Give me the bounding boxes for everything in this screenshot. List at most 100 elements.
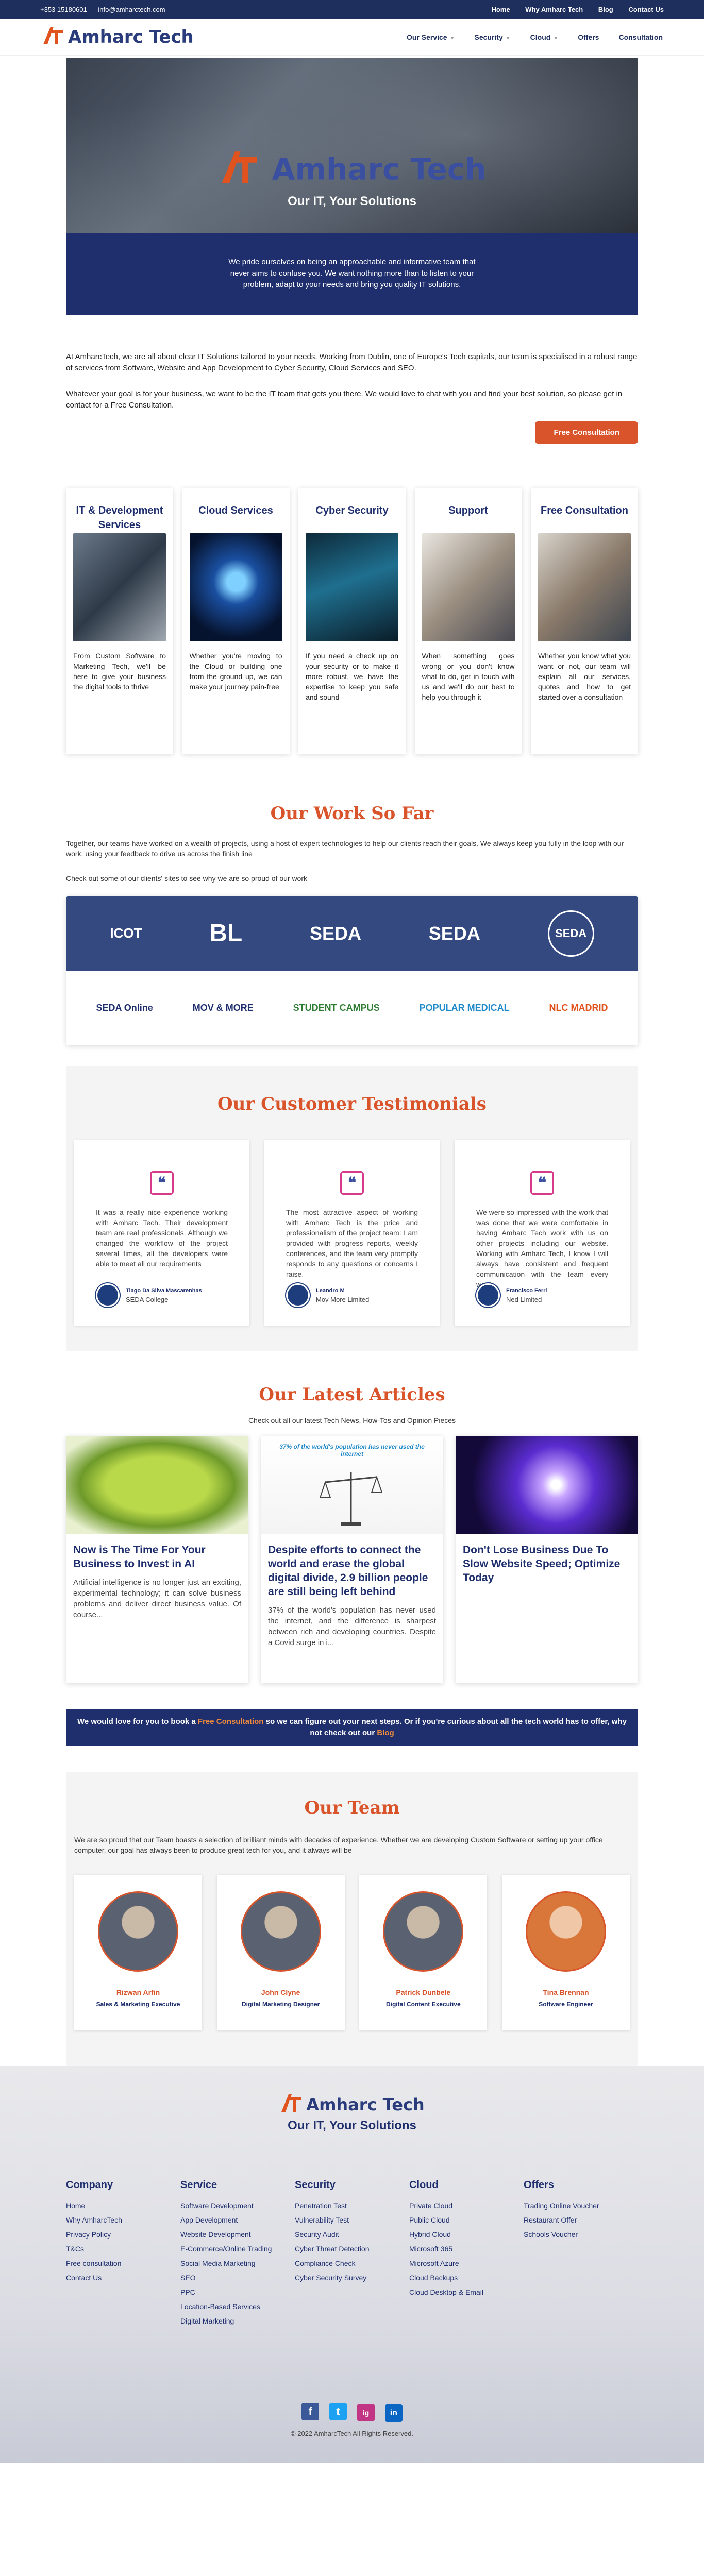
footer-link[interactable]: T&Cs (66, 2245, 180, 2253)
article-card[interactable]: 37% of the world's population has never … (261, 1436, 443, 1683)
article-card[interactable]: Don't Lose Business Due To Slow Website … (456, 1436, 638, 1683)
footer-link[interactable]: Microsoft 365 (409, 2245, 524, 2253)
nav-item-offers[interactable]: Offers (578, 33, 599, 41)
banner-consultation-link[interactable]: Free Consultation (198, 1717, 264, 1726)
footer-brand-name: Amharc Tech (306, 2094, 425, 2114)
article-title: Don't Lose Business Due To Slow Website … (463, 1544, 621, 1584)
footer-link[interactable]: Website Development (180, 2230, 295, 2239)
client-logo-seda-3[interactable]: SEDA (547, 910, 594, 957)
member-name: John Clyne (261, 1988, 300, 1996)
testimonial-text: The most attractive aspect of working wi… (286, 1208, 418, 1278)
footer-link[interactable]: SEO (180, 2274, 295, 2282)
client-logo-icot[interactable]: ICOT (110, 925, 142, 941)
testimonial-org: Mov More Limited (316, 1295, 370, 1303)
footer-link[interactable]: Location-Based Services (180, 2302, 295, 2311)
client-logo-seda-2[interactable]: SEDA (429, 923, 480, 944)
nav-item-our-service[interactable]: Our Service ▼ (407, 33, 455, 41)
logo-mark-icon (41, 25, 64, 49)
member-photo (383, 1891, 464, 1972)
services-row: IT & Development Services From Custom So… (66, 488, 638, 754)
brand-logo[interactable]: Amharc Tech (41, 25, 194, 49)
testimonials-title: Our Customer Testimonials (217, 1094, 487, 1114)
footer-link[interactable]: Software Development (180, 2201, 295, 2210)
client-logo-seda-online[interactable]: SEDA Online (96, 1003, 153, 1013)
footer-link[interactable]: Trading Online Voucher (524, 2201, 638, 2210)
client-logo-seda-1[interactable]: SEDA (310, 923, 361, 944)
member-role: Digital Content Executive (385, 2001, 461, 2008)
facebook-icon[interactable]: f (301, 2403, 320, 2420)
phone-link[interactable]: +353 15180601 (40, 6, 87, 13)
chevron-down-icon: ▼ (449, 35, 455, 41)
free-consultation-button[interactable]: Free Consultation (535, 421, 638, 444)
footer-link[interactable]: Restaurant Offer (524, 2216, 638, 2224)
client-logo-popular-medical[interactable]: POPULAR MEDICAL (420, 1003, 510, 1013)
footer-link[interactable]: Vulnerability Test (295, 2216, 409, 2224)
member-photo (525, 1891, 606, 1972)
footer-tagline: Our IT, Your Solutions (288, 2119, 416, 2132)
footer-link[interactable]: Contact Us (66, 2274, 180, 2282)
footer-link[interactable]: Social Media Marketing (180, 2259, 295, 2267)
top-link-blog[interactable]: Blog (598, 6, 613, 13)
member-name: Patrick Dunbele (396, 1988, 451, 1996)
footer-link[interactable]: Private Cloud (409, 2201, 524, 2210)
top-link-why[interactable]: Why Amharc Tech (525, 6, 583, 13)
nav-item-security[interactable]: Security ▼ (475, 33, 511, 41)
intro-section: At AmharcTech, we are all about clear IT… (66, 351, 638, 411)
service-image (189, 533, 282, 641)
service-card-it-dev[interactable]: IT & Development Services From Custom So… (66, 488, 173, 754)
service-text: Whether you're moving to the Cloud or bu… (189, 652, 282, 691)
service-card-support[interactable]: Support When something goes wrong or you… (414, 488, 522, 754)
service-card-cyber[interactable]: Cyber Security If you need a check up on… (298, 488, 406, 754)
client-logo-mov-more[interactable]: MOV & MORE (193, 1003, 254, 1013)
footer-link[interactable]: PPC (180, 2288, 295, 2296)
footer-link[interactable]: Cyber Threat Detection (295, 2245, 409, 2253)
member-photo (98, 1891, 178, 1972)
footer-col-service: Service Software Development App Develop… (180, 2179, 295, 2331)
footer-link[interactable]: Digital Marketing (180, 2317, 295, 2325)
linkedin-icon[interactable]: in (384, 2404, 403, 2422)
footer-link[interactable]: Why AmharcTech (66, 2216, 180, 2224)
footer-link[interactable]: Hybrid Cloud (409, 2230, 524, 2239)
footer-link[interactable]: E-Commerce/Online Trading (180, 2245, 295, 2253)
article-card[interactable]: Now is The Time For Your Business to Inv… (66, 1436, 248, 1683)
scale-icon (319, 1472, 383, 1526)
work-section: Our Work So Far Together, our teams have… (66, 803, 638, 1045)
nav-menu: Our Service ▼ Security ▼ Cloud ▼ Offers Con… (407, 33, 663, 41)
footer-col-offers: Offers Trading Online Voucher Restaurant… (524, 2179, 638, 2331)
footer-link[interactable]: Penetration Test (295, 2201, 409, 2210)
footer-link[interactable]: Compliance Check (295, 2259, 409, 2267)
service-text: Whether you know what you want or not, o… (538, 652, 631, 701)
client-logo-student-campus[interactable]: STUDENT CAMPUS (293, 1003, 380, 1013)
footer-link[interactable]: Cloud Backups (409, 2274, 524, 2282)
footer-link[interactable]: Free consultation (66, 2259, 180, 2267)
banner-blog-link[interactable]: Blog (377, 1728, 394, 1737)
client-logo-nlc-madrid[interactable]: NLC MADRID (549, 1003, 608, 1013)
work-paragraph-1: Together, our teams have worked on a wea… (66, 839, 624, 858)
nav-item-consultation[interactable]: Consultation (618, 33, 663, 41)
email-link[interactable]: info@amharctech.com (98, 6, 165, 13)
team-section: Our Team We are so proud that our Team b… (66, 1772, 638, 2066)
footer-link[interactable]: Public Cloud (409, 2216, 524, 2224)
footer-link[interactable]: Microsoft Azure (409, 2259, 524, 2267)
footer-link[interactable]: Cyber Security Survey (295, 2274, 409, 2282)
client-logo-bl[interactable]: BL (209, 919, 242, 947)
chevron-down-icon: ▼ (505, 35, 511, 41)
footer-link[interactable]: Home (66, 2201, 180, 2210)
service-title: Support (448, 505, 488, 516)
footer-link[interactable]: Privacy Policy (66, 2230, 180, 2239)
service-card-cloud[interactable]: Cloud Services Whether you're moving to … (182, 488, 290, 754)
footer-link[interactable]: App Development (180, 2216, 295, 2224)
instagram-icon[interactable]: ig (357, 2404, 375, 2421)
footer-link[interactable]: Cloud Desktop & Email (409, 2288, 524, 2296)
top-link-contact[interactable]: Contact Us (628, 6, 664, 13)
service-card-consultation[interactable]: Free Consultation Whether you know what … (531, 488, 638, 754)
footer-link[interactable]: Security Audit (295, 2230, 409, 2239)
top-link-home[interactable]: Home (492, 6, 510, 13)
hero-logo: Amharc Tech (66, 148, 638, 191)
nav-item-cloud[interactable]: Cloud ▼ (530, 33, 559, 41)
testimonial-org: SEDA College (126, 1295, 169, 1303)
footer-link[interactable]: Schools Voucher (524, 2230, 638, 2239)
footer-logo[interactable]: Amharc Tech (0, 2066, 704, 2116)
twitter-icon[interactable]: t (329, 2403, 347, 2420)
service-text: When something goes wrong or you don't k… (422, 652, 515, 701)
